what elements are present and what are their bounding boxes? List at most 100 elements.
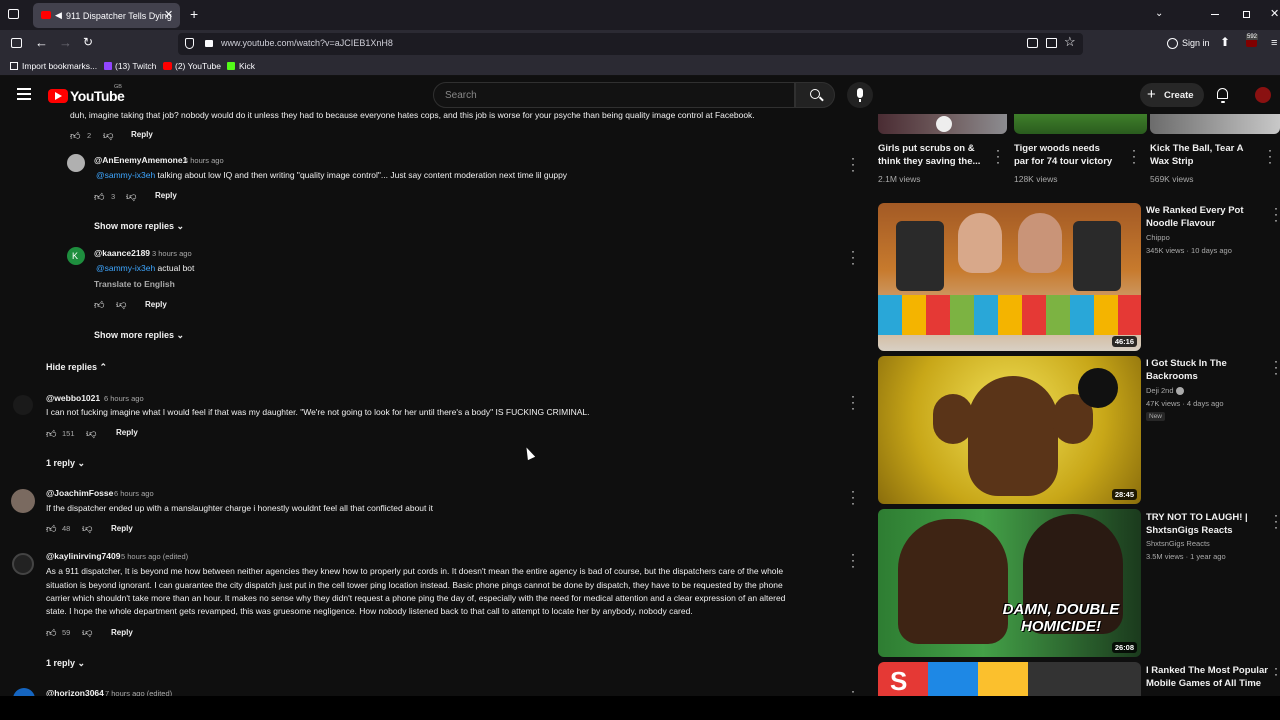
avatar[interactable]: K — [67, 247, 85, 265]
restore-icon[interactable] — [1243, 11, 1250, 18]
extensions-icon[interactable]: ⬆ — [1220, 35, 1230, 49]
comment-handle[interactable]: @JoachimFosse — [46, 488, 113, 498]
video-title[interactable]: I Ranked The Most Popular Mobile Games of… — [1146, 664, 1268, 690]
short-thumbnail[interactable] — [878, 114, 1007, 134]
video-title[interactable]: TRY NOT TO LAUGH! | ShxtsnGigs Reacts — [1146, 511, 1248, 537]
account-icon[interactable] — [1167, 38, 1178, 49]
video-title[interactable]: We Ranked Every Pot Noodle Flavour — [1146, 204, 1244, 230]
video-thumbnail[interactable]: DAMN, DOUBLE HOMICIDE! 26:08 — [878, 509, 1141, 657]
back-icon[interactable]: ← — [35, 35, 48, 50]
video-thumbnail[interactable]: 28:45 — [878, 356, 1141, 504]
tab-list-icon[interactable] — [8, 9, 19, 19]
avatar[interactable] — [12, 553, 34, 575]
view-replies-button[interactable]: 1 reply ⌄ — [46, 658, 85, 669]
video-thumbnail[interactable]: 46:16 — [878, 203, 1141, 351]
shield-icon[interactable] — [185, 38, 194, 49]
reply-button[interactable]: Reply — [155, 191, 177, 200]
show-more-replies[interactable]: Show more replies ⌄ — [94, 330, 184, 341]
comment-time[interactable]: 6 hours ago — [114, 489, 154, 498]
dislike-icon[interactable]: 👍︎ — [126, 191, 136, 203]
reply-button[interactable]: Reply — [111, 628, 133, 637]
more-actions-icon[interactable]: · · · — [1274, 509, 1278, 533]
comment-handle[interactable]: @kaance2189 — [94, 248, 150, 258]
url-text[interactable]: www.youtube.com/watch?v=aJCIEB1XnH8 — [221, 38, 393, 48]
search-button[interactable] — [795, 82, 835, 108]
view-replies-button[interactable]: 1 reply ⌄ — [46, 458, 85, 469]
channel-name[interactable]: Deji 2nd — [1146, 386, 1184, 396]
voice-search-button[interactable] — [847, 82, 873, 108]
more-actions-icon[interactable]: · · · — [1274, 355, 1278, 379]
search-input[interactable]: Search — [433, 82, 795, 108]
dislike-icon[interactable]: 👍︎ — [103, 130, 113, 142]
lock-icon[interactable] — [205, 40, 213, 47]
dislike-icon[interactable]: 👍︎ — [82, 627, 92, 639]
comment-handle[interactable]: @kaylinirving7409 — [46, 551, 120, 561]
avatar[interactable] — [11, 489, 35, 513]
mention-link[interactable]: @sammy-ix3eh — [96, 263, 155, 273]
notifications-bell-icon[interactable] — [1217, 88, 1228, 99]
short-title[interactable]: Tiger woods needs par for 74 tour victory — [1014, 142, 1112, 168]
audio-icon[interactable]: ◀ — [55, 10, 62, 21]
minimize-icon[interactable] — [1211, 14, 1219, 15]
short-title[interactable]: Girls put scrubs on & think they saving t… — [878, 142, 980, 168]
tabs-dropdown-icon[interactable]: ⌄ — [1155, 8, 1163, 19]
like-icon[interactable]: 👍︎ — [46, 523, 56, 535]
hamburger-menu-icon[interactable] — [17, 88, 31, 100]
bookmark-star-icon[interactable]: ☆ — [1064, 34, 1076, 50]
dislike-icon[interactable]: 👍︎ — [86, 428, 96, 440]
reply-button[interactable]: Reply — [111, 524, 133, 533]
video-thumbnail[interactable]: S — [878, 662, 1141, 696]
reply-button[interactable]: Reply — [145, 300, 167, 309]
like-icon[interactable]: 👍︎ — [94, 299, 104, 311]
more-actions-icon[interactable]: · · · — [1132, 144, 1136, 168]
show-more-replies[interactable]: Show more replies ⌄ — [94, 221, 184, 232]
hide-replies-button[interactable]: Hide replies ⌃ — [46, 362, 107, 373]
sign-in-link[interactable]: Sign in — [1182, 38, 1210, 48]
more-actions-icon[interactable]: · · · — [851, 390, 855, 414]
reader-view-icon[interactable] — [1046, 38, 1057, 48]
mention-link[interactable]: @sammy-ix3eh — [96, 170, 155, 180]
like-icon[interactable]: 👍︎ — [46, 627, 56, 639]
comment-time[interactable]: 6 hours ago — [104, 394, 144, 403]
translate-icon[interactable] — [1027, 38, 1038, 48]
dislike-icon[interactable]: 👍︎ — [82, 523, 92, 535]
more-actions-icon[interactable]: ·· — [1274, 662, 1278, 680]
close-window-icon[interactable]: ✕ — [1270, 7, 1279, 20]
short-thumbnail[interactable] — [1150, 114, 1280, 134]
dislike-icon[interactable]: 👍︎ — [116, 299, 126, 311]
url-bar[interactable]: www.youtube.com/watch?v=aJCIEB1XnH8 ☆ — [178, 33, 1083, 55]
comment-handle[interactable]: @AnEnemyAmemone1 — [94, 155, 187, 165]
youtube-logo[interactable]: YouTube GB — [48, 84, 125, 104]
bookmark-import[interactable]: Import bookmarks... — [22, 61, 97, 71]
tab-close-icon[interactable]: ✕ — [164, 8, 173, 21]
more-actions-icon[interactable]: · · · — [851, 548, 855, 572]
reload-icon[interactable]: ↻ — [83, 35, 93, 49]
menu-icon[interactable]: ≡ — [1271, 37, 1277, 49]
more-actions-icon[interactable]: · · · — [1268, 144, 1272, 168]
like-icon[interactable]: 👍︎ — [70, 130, 80, 142]
sidebar-toggle-icon[interactable] — [11, 38, 22, 48]
short-thumbnail[interactable] — [1014, 114, 1147, 134]
comment-time[interactable]: 4 hours ago — [184, 156, 224, 165]
video-title[interactable]: I Got Stuck In The Backrooms — [1146, 357, 1227, 383]
more-actions-icon[interactable]: · · · — [996, 144, 1000, 168]
more-actions-icon[interactable]: · · · — [851, 152, 855, 176]
more-actions-icon[interactable]: · · · — [851, 485, 855, 509]
like-icon[interactable]: 👍︎ — [94, 191, 104, 203]
more-actions-icon[interactable]: · · · — [1274, 202, 1278, 226]
user-avatar[interactable] — [1255, 87, 1271, 103]
create-button[interactable]: + Create — [1140, 83, 1204, 107]
channel-name[interactable]: ShxtsnGigs Reacts — [1146, 539, 1210, 548]
comment-handle[interactable]: @webbo1021 — [46, 393, 100, 403]
bookmark-youtube[interactable]: (2) YouTube — [175, 61, 221, 71]
channel-name[interactable]: Chippo — [1146, 233, 1170, 242]
avatar[interactable] — [13, 395, 33, 415]
reply-button[interactable]: Reply — [116, 428, 138, 437]
bookmark-twitch[interactable]: (13) Twitch — [115, 61, 156, 71]
like-icon[interactable]: 👍︎ — [46, 428, 56, 440]
bookmark-kick[interactable]: Kick — [239, 61, 255, 71]
comment-time[interactable]: 5 hours ago (edited) — [121, 552, 188, 561]
reply-button[interactable]: Reply — [131, 130, 153, 139]
comment-time[interactable]: 3 hours ago — [152, 249, 192, 258]
new-tab-icon[interactable]: + — [190, 6, 198, 22]
